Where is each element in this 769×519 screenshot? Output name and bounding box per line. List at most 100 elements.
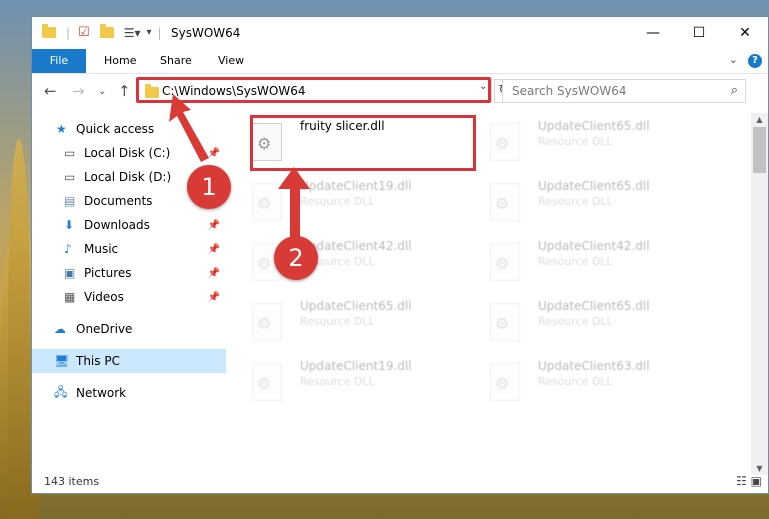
- help-icon[interactable]: ?: [748, 54, 762, 68]
- file-type: Resource DLL: [300, 315, 375, 328]
- file-name: UpdateClient65.dll: [300, 299, 412, 313]
- sidebar-item-label: This PC: [76, 354, 120, 368]
- computer-icon: 🖥: [54, 354, 70, 368]
- file-item[interactable]: UpdateClient19.dll Resource DLL: [232, 355, 452, 409]
- dll-file-icon: [490, 243, 520, 281]
- file-type: Resource DLL: [538, 135, 613, 148]
- up-icon[interactable]: ↑: [118, 82, 131, 100]
- file-name: UpdateClient19.dll: [300, 359, 412, 373]
- tab-home[interactable]: Home: [92, 49, 148, 73]
- file-type: Resource DLL: [300, 375, 375, 388]
- sidebar-item-label: Downloads: [84, 218, 150, 232]
- pin-icon[interactable]: 📌: [208, 220, 220, 231]
- minimize-button[interactable]: —: [630, 17, 676, 49]
- status-bar: 143 items ☷ ▣: [32, 471, 768, 493]
- title-bar: | ☑ ☰▾ ▾ | SysWOW64 — ☐ ✕: [32, 17, 768, 49]
- step-1-badge: 1: [187, 165, 231, 209]
- sidebar-item-videos[interactable]: ▦ Videos 📌: [32, 285, 226, 309]
- vertical-scrollbar[interactable]: ▲ ▼: [751, 113, 768, 475]
- file-item[interactable]: UpdateClient42.dll Resource DLL: [232, 235, 452, 289]
- sidebar-item-downloads[interactable]: ⬇ Downloads 📌: [32, 213, 226, 237]
- drive-icon: ▭: [64, 170, 76, 184]
- search-input[interactable]: Search SysWOW64: [512, 84, 626, 98]
- sidebar-item-label: Local Disk (D:): [84, 170, 172, 184]
- dll-file-icon: [252, 363, 282, 401]
- separator: |: [66, 25, 71, 40]
- folder-icon: [42, 24, 56, 38]
- sidebar-item-label: Pictures: [84, 266, 132, 280]
- videos-icon: ▦: [64, 290, 76, 304]
- cloud-icon: ☁: [54, 322, 66, 336]
- sidebar-item-label: Documents: [84, 194, 153, 208]
- arrow-1-icon: [169, 94, 209, 162]
- dll-file-icon: [490, 183, 520, 221]
- sidebar-item-label: Videos: [84, 290, 124, 304]
- close-button[interactable]: ✕: [722, 17, 768, 49]
- dll-file-icon: [490, 123, 520, 161]
- file-type: Resource DLL: [538, 375, 613, 388]
- music-icon: ♪: [64, 242, 72, 256]
- recent-locations-icon[interactable]: ⌄: [98, 86, 106, 97]
- separator: |: [157, 25, 162, 40]
- network-icon: 🖧: [54, 384, 68, 399]
- back-icon[interactable]: ←: [44, 82, 57, 100]
- background-tree: [8, 139, 30, 519]
- pin-icon[interactable]: 📌: [208, 292, 220, 303]
- scroll-up-icon[interactable]: ▲: [751, 115, 768, 124]
- step-2-badge: 2: [274, 236, 318, 280]
- dll-file-icon: [490, 363, 520, 401]
- customize-icon[interactable]: ☰▾: [124, 26, 141, 40]
- window-title: SysWOW64: [171, 26, 241, 40]
- file-name: UpdateClient65.dll: [538, 119, 650, 133]
- item-count: 143 items: [44, 475, 100, 488]
- pin-icon[interactable]: 📌: [208, 268, 220, 279]
- search-icon[interactable]: ⌕: [731, 83, 738, 98]
- file-name: UpdateClient65.dll: [538, 179, 650, 193]
- drive-icon: ▭: [64, 146, 76, 160]
- maximize-button[interactable]: ☐: [676, 17, 722, 49]
- sidebar-item-onedrive[interactable]: ☁ OneDrive: [32, 317, 226, 341]
- sidebar-item-network[interactable]: 🖧 Network: [32, 381, 226, 405]
- file-item[interactable]: UpdateClient65.dll Resource DLL: [470, 295, 690, 349]
- properties-icon[interactable]: ☑: [78, 25, 90, 40]
- downloads-icon: ⬇: [64, 218, 75, 232]
- tab-share[interactable]: Share: [148, 49, 204, 73]
- sidebar-item-label: Network: [76, 386, 127, 400]
- tab-view[interactable]: View: [206, 49, 256, 73]
- pictures-icon: ▣: [64, 266, 76, 280]
- new-folder-icon[interactable]: [99, 24, 114, 38]
- file-item[interactable]: UpdateClient42.dll Resource DLL: [470, 235, 690, 289]
- dll-file-icon: [490, 303, 520, 341]
- file-name: UpdateClient63.dll: [538, 359, 650, 373]
- sidebar-item-music[interactable]: ♪ Music 📌: [32, 237, 226, 261]
- dll-file-icon: [252, 303, 282, 341]
- sidebar-item-pictures[interactable]: ▣ Pictures 📌: [32, 261, 226, 285]
- sidebar-item-label: OneDrive: [76, 322, 133, 336]
- file-type: Resource DLL: [538, 315, 613, 328]
- star-icon: ★: [56, 122, 67, 136]
- sidebar-item-label: Local Disk (C:): [84, 146, 171, 160]
- file-item[interactable]: UpdateClient19.dll Resource DLL: [232, 175, 452, 229]
- ribbon-tabs: File Home Share View ⌄ ?: [32, 49, 768, 74]
- search-box[interactable]: Search SysWOW64 ⌕: [502, 79, 746, 103]
- forward-icon[interactable]: →: [72, 82, 85, 100]
- sidebar-item-this-pc[interactable]: 🖥 This PC: [32, 349, 226, 373]
- quick-access-toolbar: | ☑ ☰▾ ▾ |: [42, 24, 162, 40]
- sidebar-item-label: Music: [84, 242, 119, 256]
- file-type: Resource DLL: [538, 255, 613, 268]
- file-name: UpdateClient42.dll: [538, 239, 650, 253]
- scroll-thumb[interactable]: [753, 127, 766, 173]
- view-toggle-icons[interactable]: ☷ ▣: [736, 474, 762, 488]
- file-item[interactable]: UpdateClient65.dll Resource DLL: [232, 295, 452, 349]
- pin-icon[interactable]: 📌: [208, 244, 220, 255]
- file-item[interactable]: UpdateClient63.dll Resource DLL: [470, 355, 690, 409]
- file-item[interactable]: UpdateClient65.dll Resource DLL: [470, 175, 690, 229]
- chevron-down-icon[interactable]: ▾: [146, 27, 151, 38]
- file-highlight-box: [250, 115, 476, 171]
- tab-file[interactable]: File: [32, 49, 86, 73]
- file-item[interactable]: UpdateClient65.dll Resource DLL: [470, 115, 690, 169]
- file-type: Resource DLL: [538, 195, 613, 208]
- file-name: UpdateClient65.dll: [538, 299, 650, 313]
- expand-ribbon-icon[interactable]: ⌄: [729, 53, 738, 66]
- file-name: UpdateClient19.dll: [300, 179, 412, 193]
